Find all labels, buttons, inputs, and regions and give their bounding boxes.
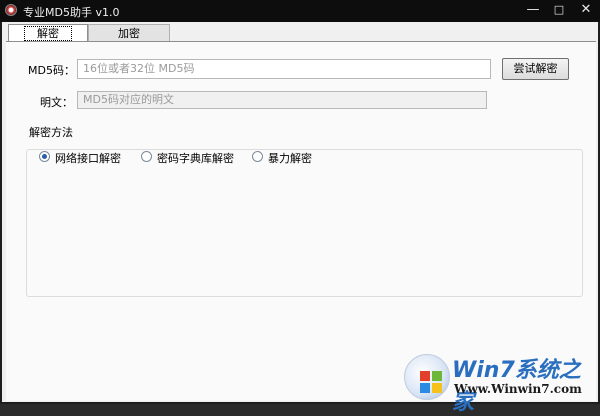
tab-decrypt-label: 解密 xyxy=(24,26,72,41)
decrypt-method-title: 解密方法 xyxy=(26,124,76,140)
windows-flag-icon xyxy=(420,371,442,393)
decrypt-method-group xyxy=(26,149,583,297)
minimize-button[interactable]: — xyxy=(520,0,546,20)
tab-decrypt[interactable]: 解密 xyxy=(8,24,88,42)
radio-unchecked-icon xyxy=(252,151,263,162)
tab-encrypt-label: 加密 xyxy=(118,27,140,40)
app-logo-icon xyxy=(5,4,17,16)
radio-unchecked-icon xyxy=(141,151,152,162)
decrypt-tab-panel: MD5码： 16位或者32位 MD5码 尝试解密 明文： MD5码对应的明文 解… xyxy=(6,41,596,401)
watermark-url: Www.Winwin7.com xyxy=(454,382,582,396)
window-title: 专业MD5助手 v1.0 xyxy=(23,6,120,19)
app-window: 专业MD5助手 v1.0 — □ ✕ 解密 加密 MD5码： 16位或者32位 … xyxy=(0,0,600,415)
radio-dictionary-label: 密码字典库解密 xyxy=(157,152,234,165)
md5-input[interactable]: 16位或者32位 MD5码 xyxy=(77,59,491,79)
site-watermark: Win7系统之家 Www.Winwin7.com xyxy=(400,348,600,415)
close-button[interactable]: ✕ xyxy=(572,0,600,20)
try-decrypt-button[interactable]: 尝试解密 xyxy=(502,58,569,80)
radio-brute-force-label: 暴力解密 xyxy=(268,152,312,165)
plaintext-label: 明文： xyxy=(40,96,73,109)
plaintext-field[interactable]: MD5码对应的明文 xyxy=(77,91,487,109)
md5-label: MD5码： xyxy=(28,64,75,77)
radio-checked-icon xyxy=(39,151,50,162)
title-bar[interactable]: 专业MD5助手 v1.0 — □ ✕ xyxy=(0,0,600,22)
radio-network-api-label: 网络接口解密 xyxy=(55,152,121,165)
client-area: 解密 加密 MD5码： 16位或者32位 MD5码 尝试解密 明文： MD5码对… xyxy=(2,22,598,402)
windows-logo-icon xyxy=(404,354,450,400)
maximize-button[interactable]: □ xyxy=(546,0,572,20)
tab-encrypt[interactable]: 加密 xyxy=(88,24,170,42)
